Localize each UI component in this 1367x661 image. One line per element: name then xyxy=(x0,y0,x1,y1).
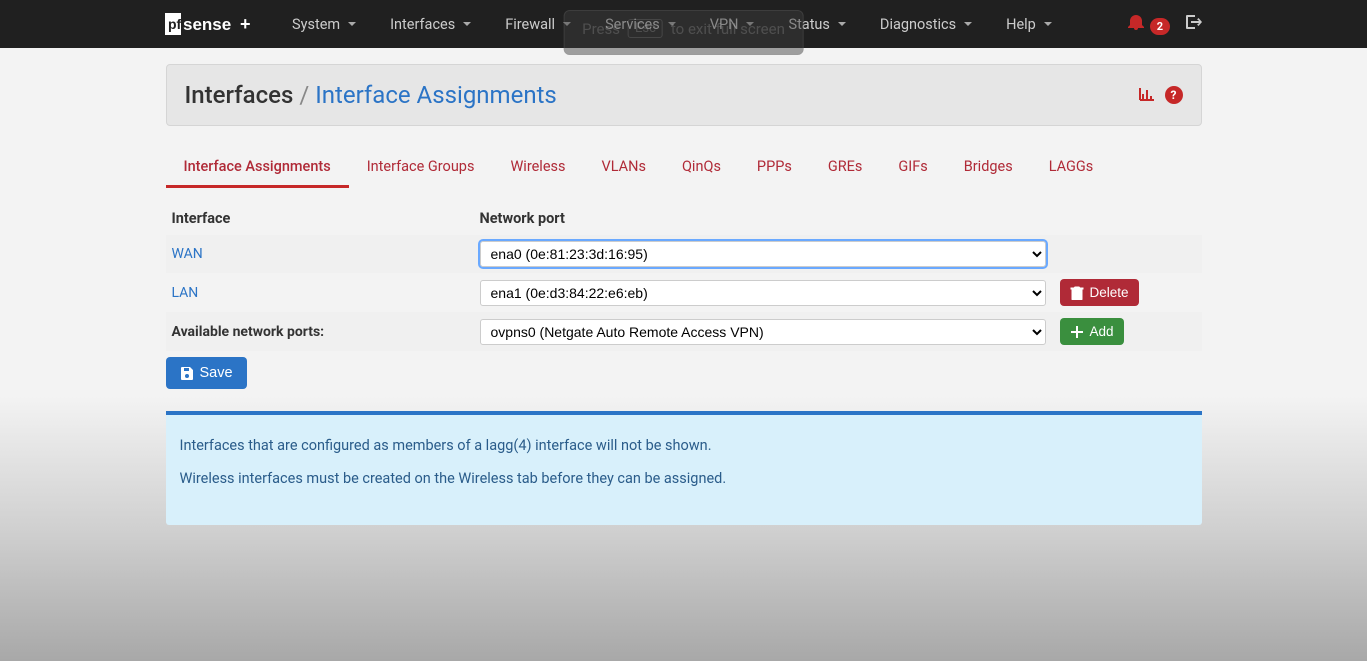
tab-label: Interface Groups xyxy=(367,158,475,175)
tab-label: GIFs xyxy=(898,158,927,175)
nav-diagnostics[interactable]: Diagnostics xyxy=(865,0,987,48)
tab-interface-assignments[interactable]: Interface Assignments xyxy=(166,148,349,188)
caret-icon xyxy=(668,22,676,26)
svg-text:sense: sense xyxy=(183,15,231,34)
nav-system[interactable]: System xyxy=(277,0,371,48)
tab-gres[interactable]: GREs xyxy=(810,148,881,188)
tab-label: Wireless xyxy=(510,158,565,175)
tabs: Interface Assignments Interface Groups W… xyxy=(166,148,1202,188)
caret-icon xyxy=(838,22,846,26)
delete-label: Delete xyxy=(1090,285,1129,300)
nav-services[interactable]: Services xyxy=(590,0,691,48)
table-row-lan: LAN ena1 (0e:d3:84:22:e6:eb) Delete xyxy=(166,273,1202,312)
wan-port-select[interactable]: ena0 (0e:81:23:3d:16:95) xyxy=(480,241,1046,267)
page-header: Interfaces / Interface Assignments ? xyxy=(166,64,1202,126)
available-port-select[interactable]: ovpns0 (Netgate Auto Remote Access VPN) xyxy=(480,319,1046,345)
caret-icon xyxy=(1044,22,1052,26)
nav-menu: System Interfaces Firewall Services VPN … xyxy=(277,0,1067,48)
info-line-1: Interfaces that are configured as member… xyxy=(180,437,1188,454)
breadcrumb-current[interactable]: Interface Assignments xyxy=(315,81,557,109)
save-button[interactable]: Save xyxy=(166,357,247,389)
nav-interfaces[interactable]: Interfaces xyxy=(375,0,486,48)
delete-lan-button[interactable]: Delete xyxy=(1060,279,1139,306)
nav-diagnostics-label: Diagnostics xyxy=(880,16,956,33)
logout-button[interactable] xyxy=(1184,13,1202,35)
save-row: Save xyxy=(166,357,1202,389)
tab-qinqs[interactable]: QinQs xyxy=(664,148,739,188)
tab-label: LAGGs xyxy=(1049,158,1094,175)
nav-interfaces-label: Interfaces xyxy=(390,16,455,33)
nav-vpn[interactable]: VPN xyxy=(695,0,770,48)
nav-services-label: Services xyxy=(605,16,660,33)
tab-label: PPPs xyxy=(757,158,792,175)
assignment-table: Interface Network port WAN ena0 (0e:81:2… xyxy=(166,202,1202,389)
svg-text:+: + xyxy=(240,14,251,34)
tab-label: VLANs xyxy=(601,158,645,175)
nav-status-label: Status xyxy=(788,16,829,33)
caret-icon xyxy=(746,22,754,26)
column-interface: Interface xyxy=(172,210,480,227)
plus-icon xyxy=(1070,325,1084,339)
header-actions: ? xyxy=(1139,85,1183,106)
tab-label: Interface Assignments xyxy=(184,158,331,175)
page-content: Interfaces / Interface Assignments ? Int… xyxy=(166,48,1202,525)
nav-firewall[interactable]: Firewall xyxy=(490,0,586,48)
tab-vlans[interactable]: VLANs xyxy=(583,148,663,188)
save-label: Save xyxy=(200,365,233,381)
logo-pfsense-plus[interactable]: pf sense + xyxy=(165,0,255,48)
info-line-2: Wireless interfaces must be created on t… xyxy=(180,470,1188,487)
table-row-wan: WAN ena0 (0e:81:23:3d:16:95) xyxy=(166,235,1202,273)
navbar: pf sense + System Interfaces Firewall Se… xyxy=(0,0,1367,48)
caret-icon xyxy=(563,22,571,26)
notification-badge: 2 xyxy=(1150,18,1170,35)
available-ports-label: Available network ports: xyxy=(172,324,480,340)
caret-icon xyxy=(348,22,356,26)
tab-ppps[interactable]: PPPs xyxy=(739,148,810,188)
nav-status[interactable]: Status xyxy=(773,0,860,48)
help-icon[interactable]: ? xyxy=(1165,86,1183,104)
add-interface-button[interactable]: Add xyxy=(1060,318,1124,345)
tab-bridges[interactable]: Bridges xyxy=(946,148,1031,188)
tab-label: Bridges xyxy=(964,158,1013,175)
trash-icon xyxy=(1070,286,1084,300)
nav-system-label: System xyxy=(292,16,340,33)
tab-interface-groups[interactable]: Interface Groups xyxy=(349,148,493,188)
caret-icon xyxy=(463,22,471,26)
tab-wireless[interactable]: Wireless xyxy=(492,148,583,188)
svg-text:pf: pf xyxy=(168,16,182,32)
column-network-port: Network port xyxy=(480,210,1196,227)
add-label: Add xyxy=(1090,324,1114,339)
lan-port-select[interactable]: ena1 (0e:d3:84:22:e6:eb) xyxy=(480,280,1046,306)
save-icon xyxy=(180,366,194,380)
bell-icon xyxy=(1128,14,1144,30)
wan-link[interactable]: WAN xyxy=(172,246,203,262)
graph-icon[interactable] xyxy=(1139,85,1155,106)
nav-right: 2 xyxy=(1128,0,1202,48)
info-panel: Interfaces that are configured as member… xyxy=(166,411,1202,525)
breadcrumb-root: Interfaces xyxy=(185,81,294,109)
table-row-available: Available network ports: ovpns0 (Netgate… xyxy=(166,312,1202,351)
nav-vpn-label: VPN xyxy=(710,16,739,33)
notifications-button[interactable]: 2 xyxy=(1128,14,1170,34)
lan-link[interactable]: LAN xyxy=(172,285,199,301)
tab-label: GREs xyxy=(828,158,863,175)
nav-help-label: Help xyxy=(1006,16,1036,33)
nav-help[interactable]: Help xyxy=(991,0,1067,48)
breadcrumb-sep: / xyxy=(299,81,309,109)
table-header: Interface Network port xyxy=(166,202,1202,235)
tab-laggs[interactable]: LAGGs xyxy=(1031,148,1112,188)
tab-gifs[interactable]: GIFs xyxy=(880,148,945,188)
logout-icon xyxy=(1184,13,1202,31)
tab-label: QinQs xyxy=(682,158,721,175)
caret-icon xyxy=(964,22,972,26)
nav-firewall-label: Firewall xyxy=(505,16,555,33)
